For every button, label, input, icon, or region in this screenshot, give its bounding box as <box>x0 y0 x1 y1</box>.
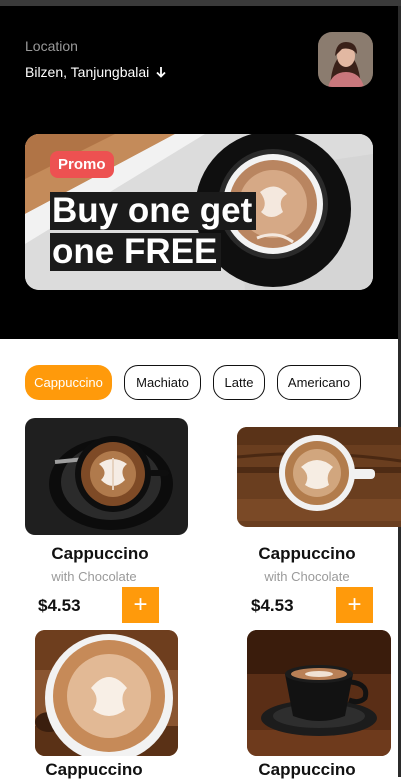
avatar[interactable] <box>318 32 373 87</box>
category-chip-latte[interactable]: Latte <box>213 365 265 400</box>
product-price: $4.53 <box>251 596 294 615</box>
product-name: Cappuccino <box>258 544 356 563</box>
product-name: Cappuccino <box>45 760 143 779</box>
promo-badge: Promo <box>50 151 114 178</box>
location-selector[interactable]: Bilzen, Tanjungbalai <box>25 64 167 80</box>
promo-headline-line2: one FREE <box>50 233 222 271</box>
product-subtitle: with Chocolate <box>51 569 137 584</box>
product-name: Cappuccino <box>51 544 149 563</box>
location-label: Location <box>25 38 78 54</box>
product-image[interactable] <box>25 418 188 535</box>
promo-headline-line1: Buy one get <box>50 192 257 230</box>
product-name: Cappuccino <box>258 760 356 779</box>
product-image[interactable] <box>35 630 178 756</box>
arrow-down-icon <box>156 67 166 78</box>
category-chip-americano[interactable]: Americano <box>277 365 361 400</box>
category-chip-cappuccino[interactable]: Cappuccino <box>25 365 112 400</box>
category-chip-machiato[interactable]: Machiato <box>124 365 201 400</box>
product-subtitle: with Chocolate <box>264 569 350 584</box>
product-image[interactable] <box>237 427 401 527</box>
add-to-cart-button[interactable]: + <box>336 587 373 623</box>
product-price: $4.53 <box>38 596 81 615</box>
product-image[interactable] <box>247 630 391 756</box>
add-to-cart-button[interactable]: + <box>122 587 159 623</box>
location-value: Bilzen, Tanjungbalai <box>25 64 150 80</box>
